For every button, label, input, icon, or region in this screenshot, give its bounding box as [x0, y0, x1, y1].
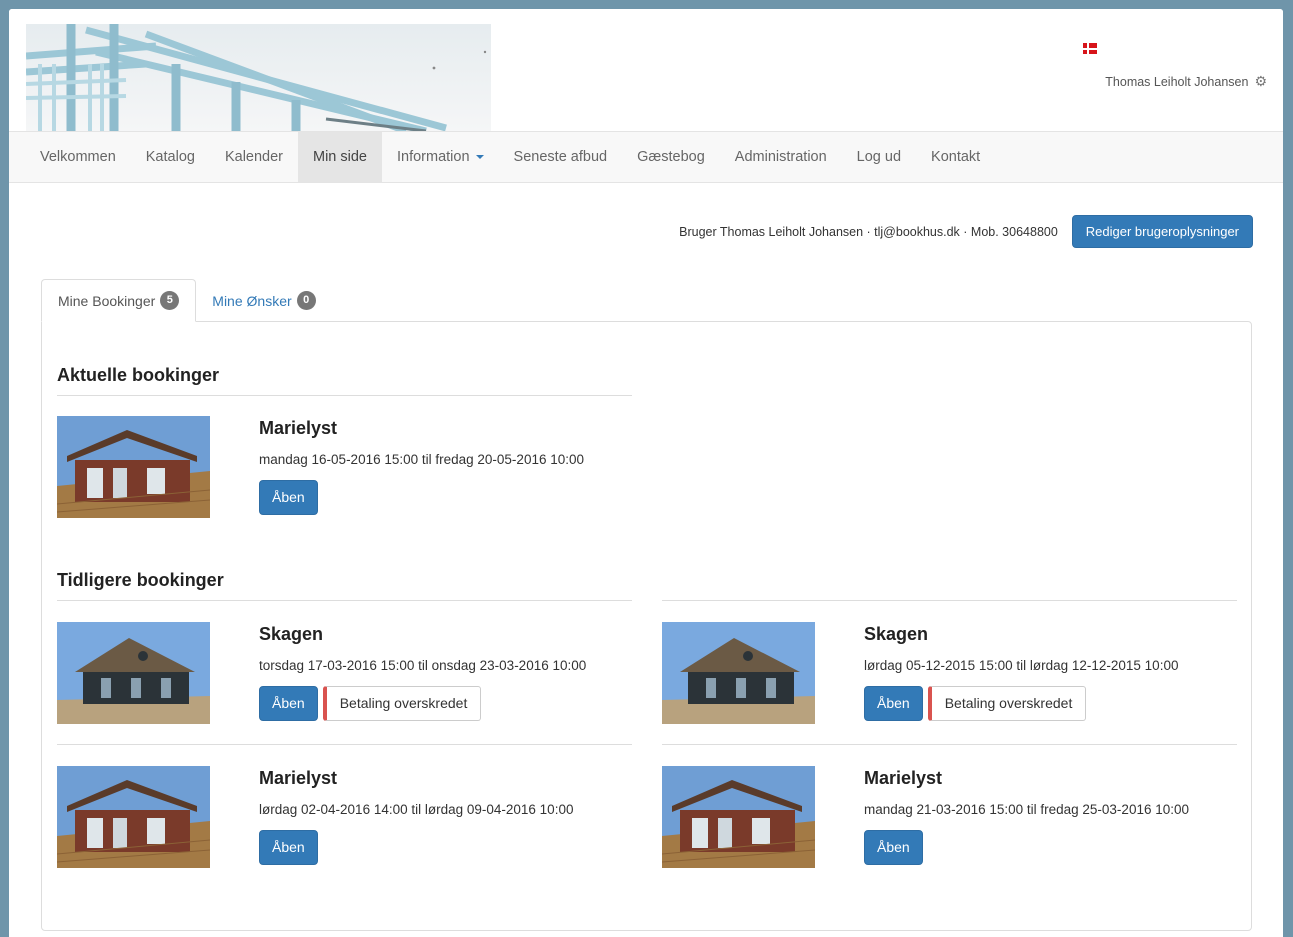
nav-label: Velkommen: [40, 149, 116, 165]
booking-house-name: Marielyst: [259, 418, 338, 438]
nav-label: Kontakt: [931, 149, 981, 165]
count-badge: 0: [296, 291, 316, 310]
browser-page: Thomas Leiholt Johansen ⚙ Velkommen Kata…: [9, 9, 1283, 937]
nav-item-seneste-afbud[interactable]: Seneste afbud: [499, 132, 623, 182]
booking-card: Skagen torsdag 17-03-2016 15:00 til onsd…: [57, 622, 632, 732]
tabs: Mine Bookinger 5 Mine Ønsker 0: [41, 279, 332, 322]
nav-item-information[interactable]: Information: [382, 132, 499, 182]
booking-dates: torsdag 17-03-2016 15:00 til onsdag 23-0…: [259, 658, 587, 673]
payment-overdue-button[interactable]: Betaling overskredet: [322, 686, 482, 721]
nav-label: Seneste afbud: [513, 149, 608, 165]
open-booking-button[interactable]: Åben: [259, 830, 318, 865]
header-user-name[interactable]: Thomas Leiholt Johansen: [1105, 75, 1248, 89]
count-badge: 5: [160, 291, 180, 310]
booking-dates: mandag 21-03-2016 15:00 til fredag 25-03…: [864, 802, 1189, 817]
open-booking-button[interactable]: Åben: [864, 686, 923, 721]
nav-item-min-side[interactable]: Min side: [298, 132, 382, 182]
edit-user-info-button[interactable]: Rediger brugeroplysninger: [1071, 215, 1253, 248]
booking-card: Marielyst mandag 16-05-2016 15:00 til fr…: [57, 416, 632, 526]
divider: [662, 600, 1237, 601]
booking-dates: mandag 16-05-2016 15:00 til fredag 20-05…: [259, 452, 584, 467]
tab-label: Mine Ønsker: [212, 292, 292, 309]
house-photo-marielyst[interactable]: [57, 416, 210, 518]
open-booking-button[interactable]: Åben: [259, 480, 318, 515]
booking-dates: lørdag 05-12-2015 15:00 til lørdag 12-12…: [864, 658, 1179, 673]
payment-overdue-button[interactable]: Betaling overskredet: [927, 686, 1087, 721]
tab-mine-onsker[interactable]: Mine Ønsker 0: [196, 279, 331, 322]
booking-house-name: Skagen: [864, 624, 929, 644]
divider: [57, 744, 632, 745]
section-title-previous: Tidligere bookinger: [57, 570, 224, 590]
nav-label: Katalog: [145, 149, 195, 165]
nav-item-velkommen[interactable]: Velkommen: [25, 132, 131, 182]
nav-item-kontakt[interactable]: Kontakt: [916, 132, 995, 182]
gear-icon[interactable]: ⚙: [1254, 73, 1267, 90]
nav-label: Administration: [734, 149, 827, 165]
tab-label: Mine Bookinger: [58, 292, 156, 309]
open-booking-button[interactable]: Åben: [864, 830, 923, 865]
nav-item-log-ud[interactable]: Log ud: [842, 132, 916, 182]
bookings-panel: Aktuelle bookinger Marielyst mandag 16-0…: [41, 321, 1252, 931]
booking-house-name: Marielyst: [259, 768, 338, 788]
site-header: Thomas Leiholt Johansen ⚙: [9, 9, 1283, 131]
booking-card: Skagen lørdag 05-12-2015 15:00 til lørda…: [662, 622, 1237, 732]
house-photo-marielyst[interactable]: [662, 766, 815, 868]
nav-label: Min side: [313, 149, 367, 165]
danish-flag-icon[interactable]: [1083, 43, 1097, 54]
booking-house-name: Marielyst: [864, 768, 943, 788]
nav-item-kalender[interactable]: Kalender: [210, 132, 298, 182]
booking-card: Marielyst mandag 21-03-2016 15:00 til fr…: [662, 766, 1237, 876]
tab-mine-bookinger[interactable]: Mine Bookinger 5: [41, 279, 197, 322]
user-info-text: Bruger Thomas Leiholt Johansen · tlj@boo…: [679, 224, 1058, 239]
house-photo-marielyst[interactable]: [57, 766, 210, 868]
section-title-current: Aktuelle bookinger: [57, 365, 220, 385]
nav-label: Log ud: [856, 149, 902, 165]
booking-card: Marielyst lørdag 02-04-2016 14:00 til lø…: [57, 766, 632, 876]
divider: [662, 744, 1237, 745]
header-banner-image: [26, 24, 491, 131]
house-photo-skagen[interactable]: [57, 622, 210, 724]
nav-item-katalog[interactable]: Katalog: [131, 132, 210, 182]
divider: [57, 395, 632, 396]
booking-house-name: Skagen: [259, 624, 324, 644]
caret-down-icon: [475, 155, 484, 160]
booking-dates: lørdag 02-04-2016 14:00 til lørdag 09-04…: [259, 802, 574, 817]
main-navigation: Velkommen Katalog Kalender Min side Info…: [9, 131, 1283, 183]
nav-label: Kalender: [224, 149, 283, 165]
divider: [57, 600, 632, 601]
open-booking-button[interactable]: Åben: [259, 686, 318, 721]
nav-item-administration[interactable]: Administration: [720, 132, 842, 182]
user-info-bar: Bruger Thomas Leiholt Johansen · tlj@boo…: [679, 215, 1253, 248]
house-photo-skagen[interactable]: [662, 622, 815, 724]
nav-item-gaestebog[interactable]: Gæstebog: [622, 132, 720, 182]
nav-label: Information: [397, 149, 470, 165]
user-area: Thomas Leiholt Johansen ⚙: [1083, 41, 1267, 90]
nav-label: Gæstebog: [637, 149, 705, 165]
